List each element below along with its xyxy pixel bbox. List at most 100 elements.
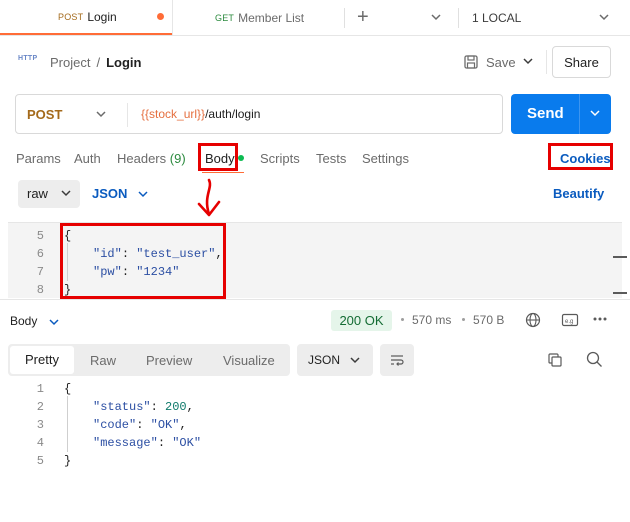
response-body-viewer[interactable]: 1 { 2 "status": 200, 3 "code": "OK", 4 "… — [8, 380, 622, 480]
code-line: } — [64, 454, 72, 468]
tab-scripts[interactable]: Scripts — [260, 151, 300, 166]
tab-login[interactable]: POST Login — [0, 0, 172, 35]
json-value: "OK" — [172, 436, 202, 450]
response-view-tabs: Pretty Raw Preview Visualize — [8, 344, 290, 376]
response-time[interactable]: 570 ms — [412, 313, 451, 327]
url-input[interactable]: {{stock_url}}/auth/login — [141, 107, 260, 121]
response-format-selector[interactable]: JSON — [297, 344, 373, 376]
json-comma: , — [186, 400, 194, 414]
annotation-box-body-tab — [198, 143, 238, 171]
search-icon[interactable] — [586, 351, 603, 368]
line-number: 7 — [36, 265, 44, 279]
status-badge[interactable]: 200 OK — [331, 310, 392, 331]
tab-label: Login — [87, 9, 117, 24]
annotation-arrow-icon — [197, 178, 221, 217]
panel-divider — [0, 299, 630, 300]
tab-headers[interactable]: Headers (9) — [117, 151, 186, 166]
tab-divider — [458, 8, 459, 28]
send-label: Send — [527, 105, 564, 122]
scroll-marker — [613, 292, 627, 294]
method-chevron-down-icon[interactable] — [95, 108, 107, 120]
json-colon: : — [150, 400, 166, 414]
tab-params[interactable]: Params — [16, 151, 61, 166]
send-button[interactable]: Send — [511, 94, 611, 134]
line-number: 8 — [36, 283, 44, 297]
tab-headers-label: Headers — [117, 151, 167, 166]
tab-visualize[interactable]: Visualize — [223, 353, 275, 368]
scroll-marker — [613, 256, 627, 258]
url-variable: {{stock_url}} — [141, 107, 206, 121]
save-options-chevron-down-icon[interactable] — [522, 55, 534, 67]
breadcrumb-separator: / — [96, 55, 101, 70]
json-value: "OK" — [150, 418, 180, 432]
line-number: 5 — [36, 229, 44, 243]
tab-member-list[interactable]: GET Member List — [172, 0, 344, 35]
save-response-icon[interactable]: e.g — [561, 312, 579, 328]
response-format-chevron-down-icon — [350, 357, 360, 364]
line-number: 3 — [36, 418, 44, 432]
body-language-chevron-down-icon[interactable] — [137, 188, 149, 200]
json-colon: : — [136, 418, 151, 432]
tab-label: Member List — [238, 10, 305, 25]
response-section-selector[interactable]: Body — [10, 314, 37, 328]
svg-text:e.g: e.g — [565, 319, 573, 325]
body-mode-label: raw — [27, 186, 48, 201]
response-section-chevron-down-icon[interactable] — [48, 316, 60, 328]
annotation-box-cookies — [548, 143, 613, 170]
tab-tests[interactable]: Tests — [316, 151, 346, 166]
code-line: "message": "OK" — [93, 436, 201, 450]
code-line: "code": "OK", — [93, 418, 187, 432]
environment-chevron-down-icon[interactable] — [598, 11, 610, 23]
save-label: Save — [486, 54, 516, 70]
http-request-icon: HTTP — [18, 55, 38, 62]
body-language-selector[interactable]: JSON — [92, 186, 127, 201]
tab-settings[interactable]: Settings — [362, 151, 409, 166]
beautify-button[interactable]: Beautify — [553, 186, 604, 201]
tab-raw[interactable]: Raw — [90, 353, 116, 368]
wrap-lines-icon — [391, 355, 404, 366]
tab-method-badge: GET — [215, 12, 235, 23]
breadcrumb: Project / Login — [50, 55, 141, 70]
globe-icon[interactable] — [525, 312, 541, 328]
json-comma: , — [179, 418, 187, 432]
body-mode-selector[interactable]: raw — [18, 180, 80, 208]
response-size[interactable]: 570 B — [473, 313, 504, 327]
breadcrumb-project[interactable]: Project — [50, 55, 90, 70]
meta-separator — [462, 318, 465, 321]
environment-selector[interactable]: 1 LOCAL — [472, 11, 521, 25]
line-number: 2 — [36, 400, 44, 414]
tab-auth[interactable]: Auth — [74, 151, 101, 166]
meta-separator — [401, 318, 404, 321]
response-format-label: JSON — [308, 353, 341, 367]
toolbar-divider — [546, 50, 547, 74]
code-line: "status": 200, — [93, 400, 194, 414]
line-number: 1 — [36, 382, 44, 396]
line-number: 4 — [36, 436, 44, 450]
line-number: 6 — [36, 247, 44, 261]
tab-divider — [344, 8, 345, 28]
wrap-lines-button[interactable] — [380, 344, 414, 376]
tab-preview[interactable]: Preview — [146, 353, 192, 368]
body-active-dot-icon — [238, 155, 244, 161]
method-selector[interactable]: POST — [27, 107, 62, 122]
headers-count: (9) — [169, 151, 186, 166]
line-number: 5 — [36, 454, 44, 468]
breadcrumb-current[interactable]: Login — [106, 55, 141, 70]
json-colon: : — [157, 436, 173, 450]
url-path: /auth/login — [205, 107, 261, 121]
copy-icon[interactable] — [547, 352, 563, 368]
url-divider — [127, 103, 128, 127]
tab-method-badge: POST — [58, 11, 84, 22]
json-key: "code" — [93, 418, 137, 432]
tab-pretty[interactable]: Pretty — [10, 346, 74, 374]
send-options-chevron-down-icon[interactable] — [589, 107, 601, 119]
url-bar: POST {{stock_url}}/auth/login — [15, 94, 503, 134]
tab-list-chevron-down-icon[interactable] — [430, 11, 442, 23]
share-button[interactable]: Share — [552, 46, 611, 78]
more-options-icon[interactable] — [592, 315, 608, 323]
unsaved-dot-icon — [157, 13, 164, 20]
active-tab-underline — [202, 172, 244, 173]
json-key: "status" — [93, 400, 151, 414]
new-tab-plus-icon[interactable]: + — [357, 7, 369, 27]
request-tab-strip: POST Login GET Member List + 1 LOCAL — [0, 0, 630, 36]
